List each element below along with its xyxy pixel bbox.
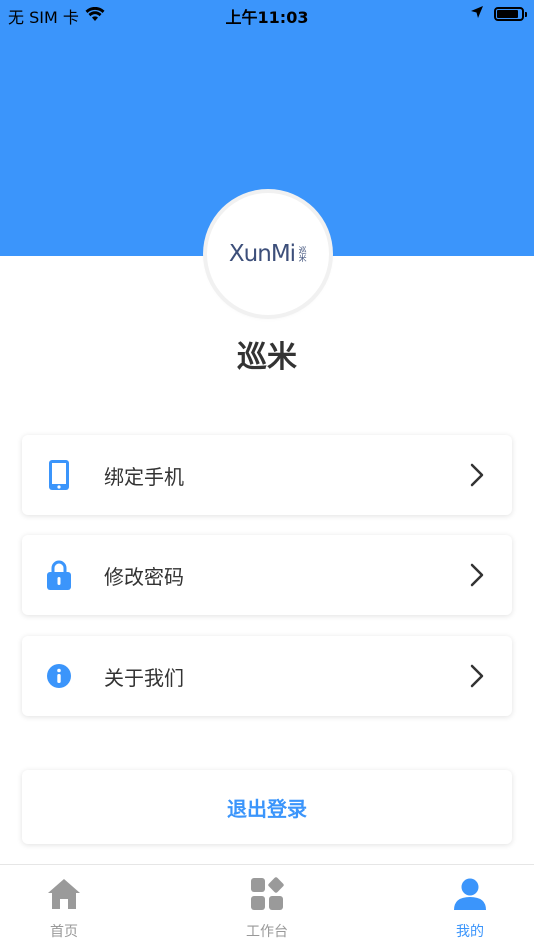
tab-workbench[interactable]: 工作台 bbox=[217, 877, 317, 941]
menu-item-label: 修改密码 bbox=[104, 564, 184, 589]
menu-item-label: 绑定手机 bbox=[104, 464, 184, 489]
location-arrow-icon bbox=[470, 4, 484, 23]
user-name: 巡米 bbox=[237, 340, 297, 375]
menu-item-bind-phone[interactable]: 绑定手机 bbox=[22, 435, 512, 515]
tab-label: 首页 bbox=[50, 924, 78, 940]
chevron-right-icon bbox=[470, 463, 484, 491]
status-time: 上午11:03 bbox=[225, 8, 309, 27]
lock-icon bbox=[46, 559, 72, 591]
tab-mine[interactable]: 我的 bbox=[420, 877, 520, 941]
user-icon bbox=[452, 877, 488, 915]
battery-level bbox=[497, 9, 519, 18]
logout-button[interactable]: 退出登录 bbox=[22, 770, 512, 844]
tab-label: 工作台 bbox=[246, 924, 288, 940]
workbench-icon bbox=[249, 877, 285, 915]
tab-home[interactable]: 首页 bbox=[14, 877, 114, 941]
phone-icon bbox=[46, 459, 72, 491]
logo-wordmark: XunMi bbox=[228, 241, 296, 267]
menu-item-label: 关于我们 bbox=[104, 665, 184, 690]
status-right bbox=[470, 4, 527, 23]
menu-item-change-password[interactable]: 修改密码 bbox=[22, 535, 512, 615]
info-icon bbox=[46, 660, 72, 692]
menu-item-about-us[interactable]: 关于我们 bbox=[22, 636, 512, 716]
chevron-right-icon bbox=[470, 563, 484, 591]
battery-icon bbox=[494, 6, 527, 21]
logo-chinese: 巡米 bbox=[298, 246, 308, 262]
bottom-tab-bar: 首页 工作台 我的 bbox=[0, 864, 534, 950]
tab-label: 我的 bbox=[456, 924, 484, 940]
brand-logo: XunMi 巡米 bbox=[229, 241, 307, 267]
chevron-right-icon bbox=[470, 664, 484, 692]
status-bar: 无 SIM 卡 上午11:03 bbox=[0, 0, 534, 30]
home-icon bbox=[46, 877, 82, 915]
avatar[interactable]: XunMi 巡米 bbox=[207, 193, 329, 315]
